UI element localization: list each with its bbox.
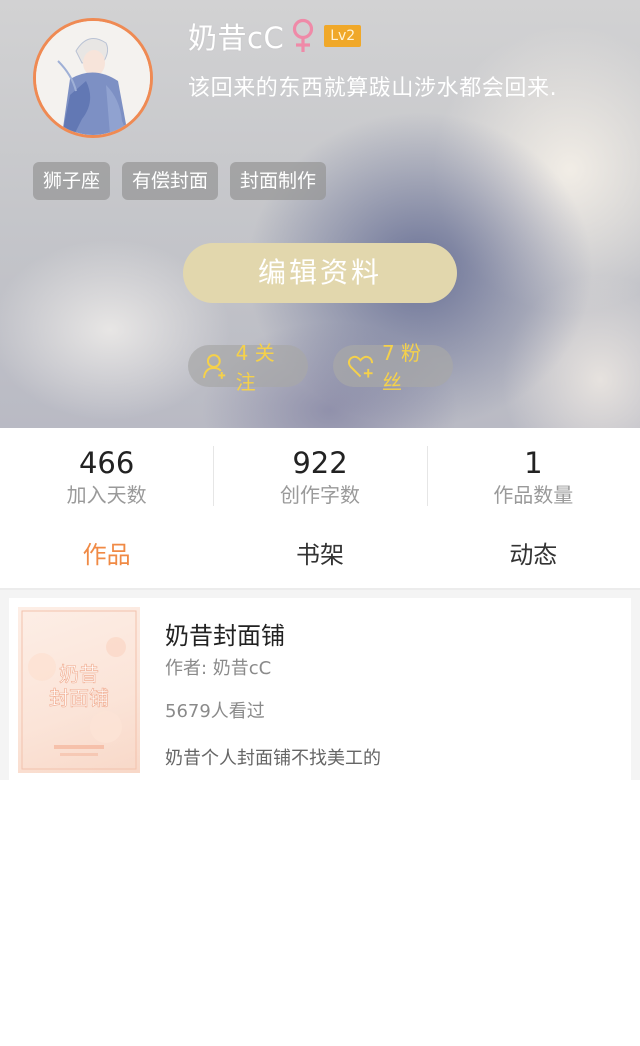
tab-bar: 作品 书架 动态 bbox=[0, 528, 640, 588]
stat-label: 加入天数 bbox=[66, 483, 147, 507]
stat-value: 922 bbox=[292, 446, 348, 480]
stat-label: 创作字数 bbox=[279, 483, 360, 507]
tab-bookshelf[interactable]: 书架 bbox=[213, 528, 426, 588]
stat-value: 466 bbox=[78, 446, 135, 480]
profile-header: 奶昔cC Lv2 该回来的东西就算跋山涉水都会回来. 狮子座 有偿封面 封面制作… bbox=[0, 0, 640, 428]
level-badge: Lv2 bbox=[324, 25, 362, 47]
tag-cover-making[interactable]: 封面制作 bbox=[230, 162, 327, 200]
svg-text:封面铺: 封面铺 bbox=[49, 687, 109, 710]
add-user-icon bbox=[202, 354, 226, 379]
following-button[interactable]: 4 关注 bbox=[188, 341, 308, 394]
heart-plus-icon bbox=[347, 355, 374, 378]
avatar[interactable] bbox=[33, 18, 153, 138]
fans-button[interactable]: 7 粉丝 bbox=[333, 341, 453, 394]
avatar-illustration bbox=[36, 21, 150, 135]
stats-bar: 466 加入天数 922 创作字数 1 作品数量 bbox=[0, 428, 640, 518]
stat-work-count: 1 作品数量 bbox=[426, 428, 640, 518]
svg-text:奶昔: 奶昔 bbox=[59, 663, 99, 686]
work-card[interactable]: 奶昔 封面铺 奶昔封面铺 作者: 奶昔cC 5679人看过 奶昔个人封面铺不找美… bbox=[9, 598, 631, 780]
book-cover-art: 奶昔 封面铺 bbox=[21, 610, 137, 770]
tag-zodiac[interactable]: 狮子座 bbox=[33, 162, 111, 200]
tab-works[interactable]: 作品 bbox=[0, 528, 213, 588]
tab-activity[interactable]: 动态 bbox=[427, 528, 640, 588]
stat-join-days: 466 加入天数 bbox=[0, 428, 213, 518]
edit-profile-button[interactable]: 编辑资料 bbox=[183, 243, 457, 303]
following-count: 4 关注 bbox=[235, 341, 275, 394]
stat-value: 1 bbox=[524, 446, 543, 480]
work-title[interactable]: 奶昔封面铺 bbox=[165, 616, 285, 651]
stat-word-count: 922 创作字数 bbox=[213, 428, 426, 518]
signature: 该回来的东西就算跋山涉水都会回来. bbox=[188, 76, 558, 101]
tag-list: 狮子座 有偿封面 封面制作 bbox=[33, 162, 327, 200]
book-cover[interactable]: 奶昔 封面铺 bbox=[18, 607, 140, 773]
work-description: 奶昔个人封面铺不找美工的 bbox=[165, 748, 381, 769]
username: 奶昔cC bbox=[188, 21, 285, 55]
female-symbol-icon bbox=[293, 18, 314, 52]
username-row: 奶昔cC Lv2 bbox=[188, 16, 362, 56]
work-author: 作者: 奶昔cC bbox=[165, 658, 272, 679]
stat-label: 作品数量 bbox=[493, 483, 574, 507]
work-views: 5679人看过 bbox=[165, 701, 265, 722]
fans-count: 7 粉丝 bbox=[381, 341, 422, 394]
tag-paid-cover[interactable]: 有偿封面 bbox=[122, 162, 219, 200]
